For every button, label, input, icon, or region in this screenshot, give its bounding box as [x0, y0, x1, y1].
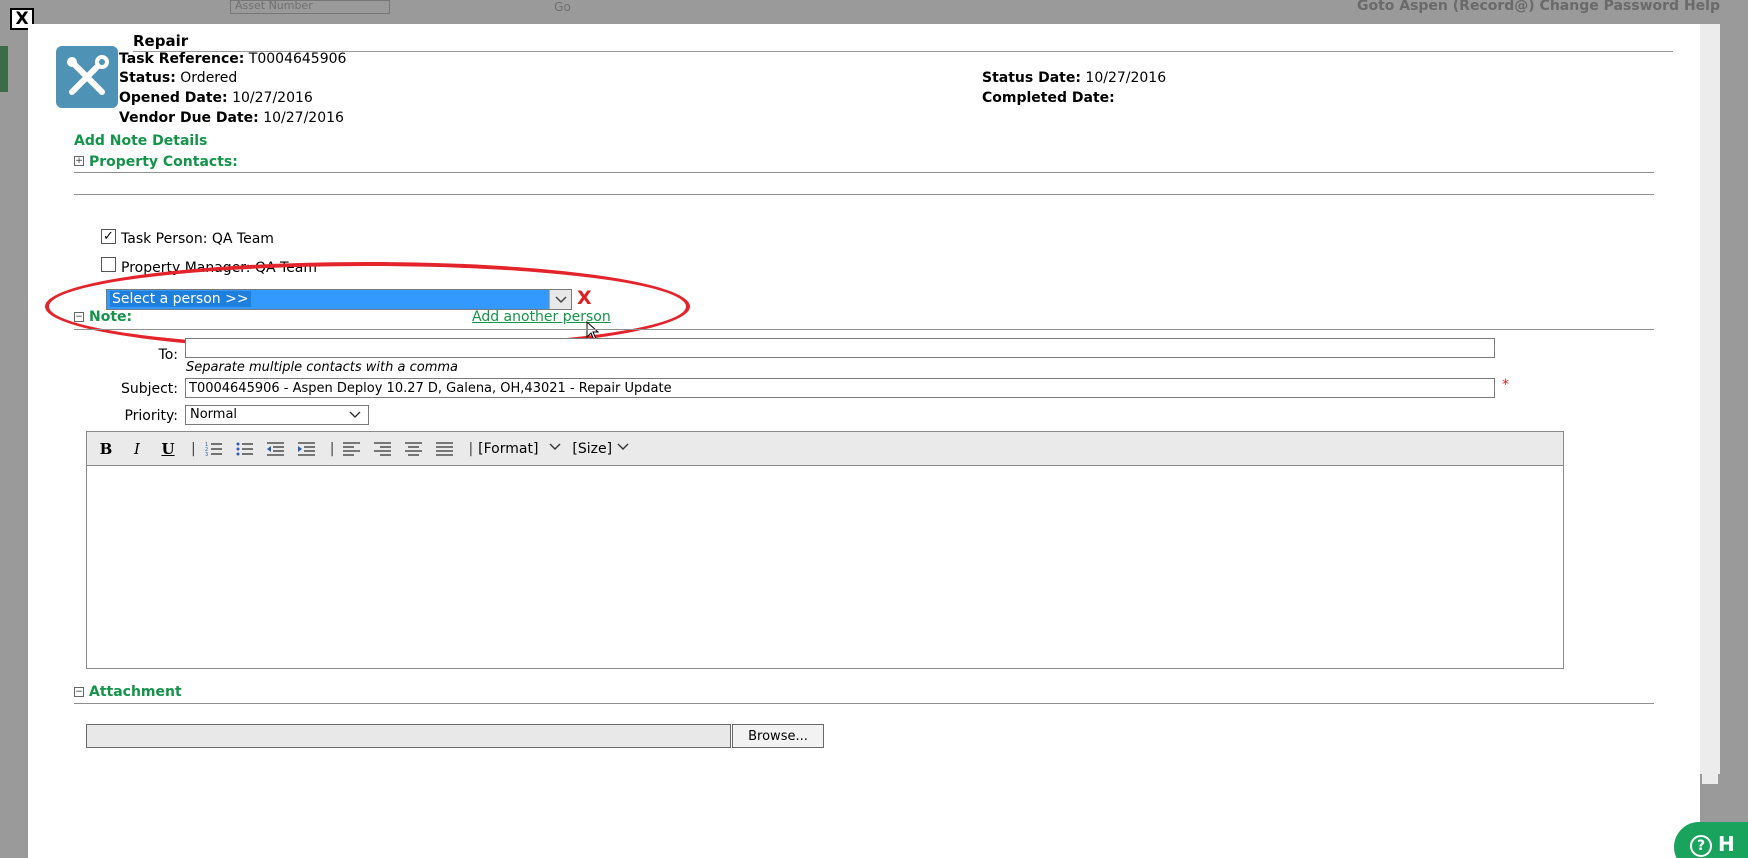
background-green-strip [0, 46, 8, 92]
format-dropdown[interactable]: [Format] [478, 441, 562, 457]
size-label: [Size] [572, 440, 613, 457]
subject-input[interactable] [185, 378, 1495, 398]
task-reference-value: T0004645906 [248, 51, 347, 67]
justify-icon[interactable] [432, 437, 458, 461]
vendor-due-date-value: 10/27/2016 [263, 110, 344, 126]
editor-content-area[interactable] [87, 466, 1563, 668]
select-person-value: Select a person >> [110, 291, 251, 307]
priority-select[interactable]: Normal [185, 405, 369, 425]
priority-label: Priority: [124, 408, 178, 424]
to-input[interactable] [185, 338, 1495, 358]
status-row: Status: Ordered [119, 70, 237, 86]
browse-button[interactable]: Browse... [732, 724, 824, 748]
select-person-dropdown[interactable]: Select a person >> [106, 289, 572, 310]
completed-date-label: Completed Date: [982, 90, 1115, 106]
property-contacts-toggle[interactable]: + [74, 156, 84, 166]
status-date-row: Status Date: 10/27/2016 [982, 70, 1166, 86]
task-person-checkbox[interactable]: ✓ [101, 229, 116, 244]
property-contacts-title[interactable]: Property Contacts: [89, 154, 238, 170]
outdent-icon[interactable] [263, 437, 289, 461]
toolbar-separator: | [191, 440, 196, 457]
underline-button[interactable]: U [155, 437, 181, 461]
task-header: Repair [133, 32, 1673, 52]
add-note-modal: Repair Task Reference: T0004645906 Statu… [28, 24, 1700, 858]
attachment-title[interactable]: Attachment [89, 684, 182, 700]
chevron-down-icon [548, 441, 562, 457]
task-reference-label: Task Reference: [119, 51, 245, 67]
completed-date-row: Completed Date: [982, 90, 1115, 106]
note-toggle[interactable]: − [74, 312, 84, 322]
required-indicator: * [1502, 377, 1509, 393]
opened-date-value: 10/27/2016 [232, 90, 313, 106]
bulleted-list-icon[interactable] [232, 437, 258, 461]
note-divider [74, 329, 1654, 330]
attachment-toggle[interactable]: − [74, 687, 84, 697]
property-contacts-divider [74, 172, 1654, 173]
chevron-down-icon [348, 406, 362, 426]
task-reference-row: Task Reference: T0004645906 [119, 51, 346, 67]
status-value: Ordered [180, 70, 238, 86]
chevron-down-icon [616, 441, 630, 457]
help-question-icon: ? [1690, 834, 1712, 857]
toolbar-separator: | [329, 440, 335, 457]
editor-toolbar: B I U | 123 | | [Format] [Size] [87, 432, 1563, 466]
vendor-due-date-label: Vendor Due Date: [119, 110, 259, 126]
task-person-label: Task Person: QA Team [121, 231, 274, 247]
attachment-file-path[interactable] [86, 724, 731, 748]
opened-date-label: Opened Date: [119, 90, 228, 106]
align-right-icon[interactable] [370, 437, 396, 461]
property-manager-checkbox[interactable] [101, 257, 116, 272]
format-label: [Format] [478, 440, 539, 457]
task-type-title: Repair [133, 32, 1673, 52]
property-manager-label: Property Manager: QA Team [121, 260, 318, 276]
bold-button[interactable]: B [93, 437, 119, 461]
rich-text-editor: B I U | 123 | | [Format] [Size] [86, 431, 1564, 669]
property-contacts-divider-lower [74, 194, 1654, 195]
background-asset-select: Asset Number [230, 0, 390, 14]
toolbar-separator: | [468, 440, 474, 457]
opened-date-row: Opened Date: 10/27/2016 [119, 90, 313, 106]
align-center-icon[interactable] [401, 437, 427, 461]
note-title[interactable]: Note: [89, 309, 132, 325]
remove-person-button[interactable]: X [577, 287, 592, 309]
status-label: Status: [119, 70, 176, 86]
background-go-button: Go [554, 0, 571, 14]
vendor-due-date-row: Vendor Due Date: 10/27/2016 [119, 110, 344, 126]
italic-button[interactable]: I [124, 437, 150, 461]
help-label: H [1718, 832, 1735, 856]
align-left-icon[interactable] [339, 437, 365, 461]
add-note-details-title: Add Note Details [74, 133, 208, 149]
scrollbar-thumb[interactable] [1702, 24, 1718, 784]
subject-label: Subject: [120, 381, 178, 397]
size-dropdown[interactable]: [Size] [572, 441, 630, 457]
to-hint: Separate multiple contacts with a comma [186, 360, 458, 375]
help-button[interactable]: ? H [1674, 822, 1748, 858]
background-toolbar: Asset Number Go [230, 0, 571, 15]
indent-icon[interactable] [294, 437, 320, 461]
status-date-label: Status Date: [982, 70, 1081, 86]
numbered-list-icon[interactable]: 123 [201, 437, 227, 461]
status-date-value: 10/27/2016 [1085, 70, 1167, 86]
svg-text:3: 3 [205, 452, 208, 457]
background-top-links: Goto Aspen (Record@) Change Password Hel… [1356, 0, 1720, 14]
repair-tools-icon [56, 46, 118, 108]
chevron-down-icon[interactable] [549, 290, 571, 309]
modal-scrollbar[interactable] [1700, 24, 1720, 784]
to-label: To: [158, 347, 178, 363]
priority-value: Normal [190, 407, 238, 422]
attachment-divider [74, 703, 1654, 704]
